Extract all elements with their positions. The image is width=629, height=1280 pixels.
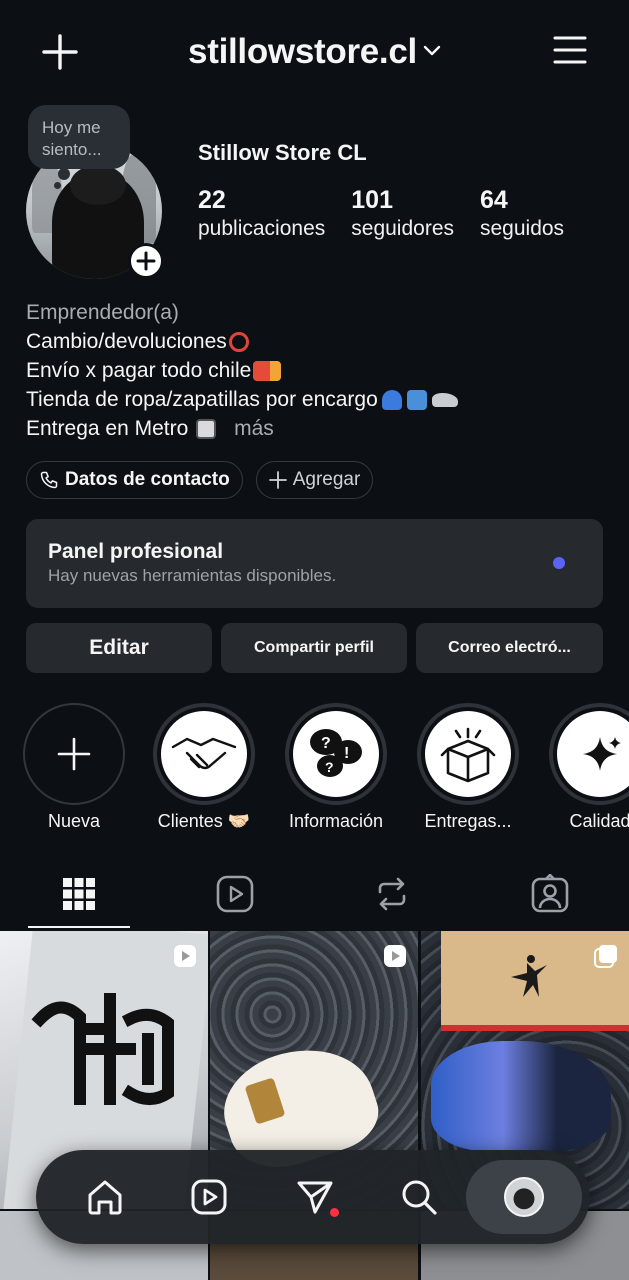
home-tab[interactable] bbox=[80, 1172, 130, 1222]
search-tab[interactable] bbox=[394, 1172, 444, 1222]
highlight-label: Calidad bbox=[569, 811, 629, 831]
username: stillowstore.cl bbox=[188, 32, 417, 71]
plus-icon bbox=[268, 471, 287, 489]
add-story-icon[interactable] bbox=[128, 243, 164, 279]
new-indicator-dot bbox=[553, 557, 565, 569]
highlight-ring bbox=[417, 703, 519, 805]
shoe-emoji-icon bbox=[431, 393, 458, 408]
reel-icon bbox=[174, 945, 196, 967]
chip-label: Datos de contacto bbox=[65, 469, 230, 490]
handshake-icon bbox=[171, 737, 237, 770]
search-icon bbox=[402, 1180, 437, 1215]
box-icon bbox=[440, 727, 496, 783]
phone-icon bbox=[40, 471, 58, 489]
reels-icon[interactable] bbox=[215, 874, 255, 914]
highlight-label: Entregas... bbox=[424, 811, 512, 831]
profile-tabs bbox=[0, 862, 629, 930]
highlight-ring: ? ! ? bbox=[285, 703, 387, 805]
reposts-icon[interactable] bbox=[372, 874, 412, 914]
highlight-label: Clientes 🤝🏻 bbox=[157, 811, 251, 831]
prohibited-emoji-icon bbox=[228, 332, 249, 353]
grid-icon[interactable] bbox=[59, 874, 99, 914]
highlight-label: Nueva bbox=[47, 811, 101, 831]
direct-tab[interactable] bbox=[290, 1172, 340, 1222]
bio-line: Envío x pagar todo chile bbox=[26, 356, 458, 385]
bio-line: Entrega en Metro más bbox=[26, 417, 274, 440]
bottom-navigation bbox=[36, 1150, 590, 1244]
stat-count: 22 bbox=[198, 186, 226, 214]
highlight-clientes[interactable]: Clientes 🤝🏻 bbox=[152, 703, 256, 832]
stat-posts[interactable]: 22 publicaciones bbox=[198, 185, 325, 243]
highlight-label: Información bbox=[288, 811, 384, 831]
highlight-ring bbox=[23, 703, 125, 805]
profile-buttons: Editar Compartir perfil Correo electró..… bbox=[26, 623, 603, 673]
account-switcher[interactable]: stillowstore.cl bbox=[0, 32, 629, 72]
gothic-letter-graphic bbox=[31, 993, 174, 1105]
stat-following[interactable]: 64 seguidos bbox=[480, 185, 564, 243]
highlight-informacion[interactable]: ? ! ? Información bbox=[284, 703, 388, 832]
home-icon bbox=[88, 1180, 122, 1215]
svg-text:?: ? bbox=[321, 735, 331, 752]
stat-label: seguidos bbox=[480, 217, 565, 240]
contact-info-chip[interactable]: Datos de contacto bbox=[26, 461, 243, 499]
tagged-icon[interactable] bbox=[530, 874, 570, 914]
reels-tab[interactable] bbox=[184, 1172, 234, 1222]
more-link[interactable]: más bbox=[234, 417, 274, 440]
notification-dot bbox=[330, 1208, 339, 1217]
stat-count: 101 bbox=[351, 186, 393, 214]
cap-emoji-icon bbox=[381, 390, 402, 411]
plus-icon bbox=[57, 737, 91, 771]
stat-count: 64 bbox=[480, 186, 508, 214]
bio-line: Cambio/devoluciones bbox=[26, 327, 458, 356]
highlight-ring bbox=[549, 703, 629, 805]
highlight-calidad[interactable]: Calidad bbox=[548, 703, 629, 832]
svg-text:!: ! bbox=[344, 745, 349, 762]
edit-profile-button[interactable]: Editar bbox=[26, 623, 212, 673]
profile-avatar bbox=[504, 1177, 544, 1217]
highlight-ring bbox=[153, 703, 255, 805]
stat-followers[interactable]: 101 seguidores bbox=[351, 185, 454, 243]
profile-header: stillowstore.cl bbox=[0, 0, 629, 105]
add-chip[interactable]: Agregar bbox=[255, 461, 374, 499]
professional-dashboard[interactable]: Panel profesional Hay nuevas herramienta… bbox=[26, 519, 603, 608]
story-highlights: Nueva Clientes 🤝🏻 ? ! ? Información Entr… bbox=[0, 703, 629, 843]
question-bubbles-icon: ? ! ? bbox=[310, 729, 362, 777]
jumpman-logo-icon bbox=[511, 955, 547, 997]
highlight-entregas[interactable]: Entregas... bbox=[416, 703, 520, 832]
reels-icon bbox=[191, 1179, 227, 1215]
panel-subtitle: Hay nuevas herramientas disponibles. bbox=[48, 566, 337, 585]
chip-label: Agregar bbox=[292, 469, 361, 490]
action-chips: Datos de contacto Agregar bbox=[26, 461, 386, 499]
sparkle-icon bbox=[583, 737, 621, 771]
active-tab-indicator bbox=[28, 926, 130, 928]
truck-emoji-icon bbox=[253, 361, 282, 382]
reel-icon bbox=[384, 945, 406, 967]
bio: Emprendedor(a) Cambio/devoluciones Envío… bbox=[26, 298, 458, 443]
profile-tab[interactable] bbox=[499, 1172, 549, 1222]
profile-display-name: Stillow Store CL bbox=[198, 140, 367, 165]
note-bubble[interactable]: Hoy me siento... bbox=[28, 105, 130, 169]
note-bubble-tail bbox=[58, 168, 70, 180]
carousel-icon bbox=[594, 945, 617, 968]
stat-label: seguidores bbox=[351, 217, 454, 240]
panel-title: Panel profesional bbox=[48, 540, 224, 563]
shirt-emoji-icon bbox=[406, 390, 427, 411]
svg-text:?: ? bbox=[325, 759, 334, 775]
email-button[interactable]: Correo electró... bbox=[416, 623, 603, 673]
note-bubble-tail-small bbox=[54, 182, 61, 189]
bio-line: Tienda de ropa/zapatillas por encargo bbox=[26, 385, 458, 414]
chevron-down-icon bbox=[423, 45, 441, 55]
direct-icon bbox=[297, 1181, 333, 1214]
menu-icon[interactable] bbox=[553, 34, 587, 66]
bio-category: Emprendedor(a) bbox=[26, 301, 179, 324]
stat-label: publicaciones bbox=[198, 217, 326, 240]
metro-emoji-icon bbox=[196, 419, 217, 440]
highlight-new[interactable]: Nueva bbox=[22, 703, 126, 832]
profile-stats: 22 publicaciones 101 seguidores 64 segui… bbox=[198, 185, 590, 243]
share-profile-button[interactable]: Compartir perfil bbox=[221, 623, 407, 673]
